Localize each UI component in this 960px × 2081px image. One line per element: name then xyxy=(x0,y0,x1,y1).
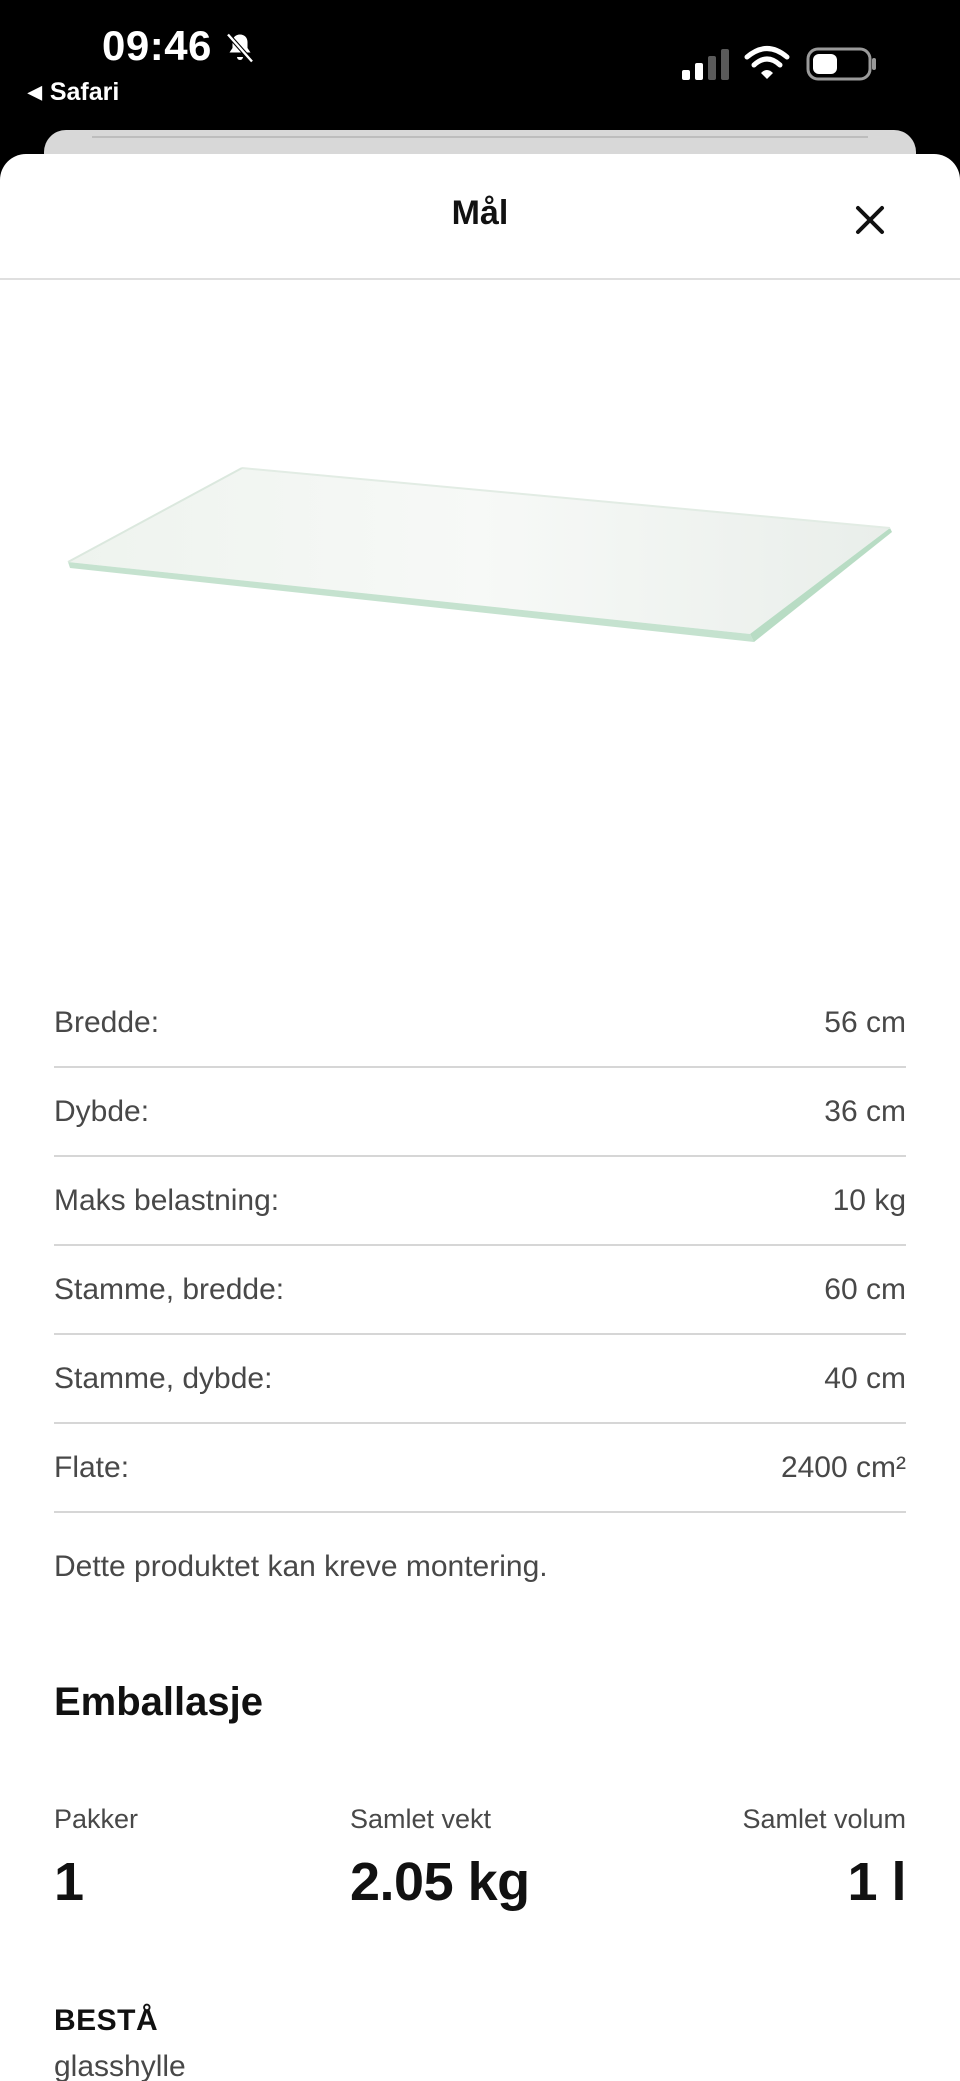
status-bar: 09:46 ◀ Safari xyxy=(0,0,960,132)
dimension-value: 40 cm xyxy=(824,1361,906,1395)
back-link-label: Safari xyxy=(49,78,120,106)
product-name: BESTÅ xyxy=(54,2004,159,2037)
dimension-label: Dybde: xyxy=(54,1094,150,1128)
signal-icon xyxy=(682,49,729,80)
product-image-glass-shelf xyxy=(67,467,892,642)
battery-icon xyxy=(806,47,876,81)
dimension-label: Bredde: xyxy=(54,1005,160,1039)
assembly-note: Dette produktet kan kreve montering. xyxy=(54,1550,548,1583)
product-description: glasshylle xyxy=(54,2050,186,2081)
dimension-value: 36 cm xyxy=(824,1094,906,1128)
packaging-heading: Emballasje xyxy=(54,1680,264,1724)
dimension-value: 60 cm xyxy=(824,1272,906,1306)
dimension-row-width: Bredde: 56 cm xyxy=(54,979,906,1068)
packages-label: Pakker xyxy=(54,1804,139,1834)
dimension-row-max-load: Maks belastning: 10 kg xyxy=(54,1157,906,1246)
weight-value: 2.05 kg xyxy=(350,1852,530,1912)
dimension-row-frame-width: Stamme, bredde: 60 cm xyxy=(54,1246,906,1335)
dimension-value: 10 kg xyxy=(832,1183,906,1217)
dimension-row-depth: Dybde: 36 cm xyxy=(54,1068,906,1157)
dimensions-table: Bredde: 56 cm Dybde: 36 cm Maks belastni… xyxy=(54,979,906,1513)
volume-label: Samlet volum xyxy=(742,1804,906,1834)
volume-stat: Samlet volum 1 l xyxy=(742,1804,906,1913)
dimension-label: Maks belastning: xyxy=(54,1183,280,1217)
packages-stat: Pakker 1 xyxy=(54,1804,138,1913)
dimension-row-frame-depth: Stamme, dybde: 40 cm xyxy=(54,1335,906,1424)
dimension-value: 2400 cm² xyxy=(780,1450,906,1484)
packages-value: 1 xyxy=(54,1852,84,1912)
weight-label: Samlet vekt xyxy=(350,1804,492,1834)
back-arrow-icon: ◀ xyxy=(28,82,42,102)
dimension-row-area: Flate: 2400 cm² xyxy=(54,1424,906,1513)
close-button[interactable] xyxy=(844,194,896,246)
background-sheet-divider xyxy=(92,136,868,138)
status-time: 09:46 xyxy=(102,22,212,69)
volume-value: 1 l xyxy=(847,1852,906,1912)
sheet-header: Mål xyxy=(0,154,960,280)
weight-stat: Samlet vekt 2.05 kg xyxy=(350,1804,530,1913)
dimension-label: Flate: xyxy=(54,1450,130,1484)
wifi-icon xyxy=(744,46,790,79)
dimensions-sheet: Mål Bredde: 56 cm Dybde: 36 cm Maks bela… xyxy=(0,154,960,2081)
dimension-label: Stamme, bredde: xyxy=(54,1272,285,1306)
sheet-title: Mål xyxy=(451,194,509,232)
bell-off-icon xyxy=(226,33,254,63)
dimension-value: 56 cm xyxy=(824,1005,906,1039)
back-to-safari-link[interactable]: ◀ Safari xyxy=(28,78,119,107)
dimension-label: Stamme, dybde: xyxy=(54,1361,273,1395)
close-icon xyxy=(856,206,884,234)
